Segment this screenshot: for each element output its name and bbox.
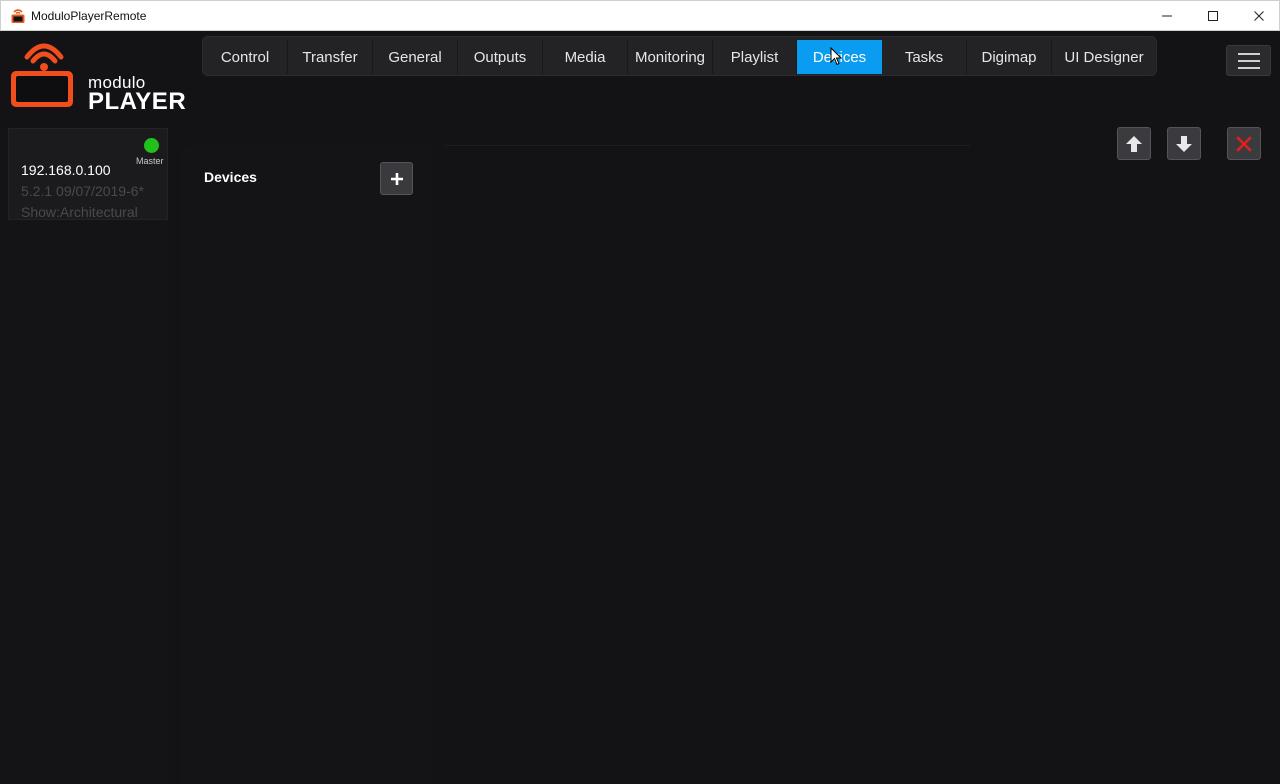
hamburger-icon-bar: [1237, 52, 1260, 55]
delete-x-icon: [1236, 136, 1252, 151]
app-icon: [11, 9, 25, 23]
server-list-panel: Master 192.168.0.100 5.2.1 09/07/2019-6*…: [0, 126, 170, 784]
server-card[interactable]: Master 192.168.0.100 5.2.1 09/07/2019-6*…: [8, 128, 168, 220]
move-up-button[interactable]: [1117, 127, 1151, 160]
devices-panel: Devices: [180, 146, 430, 784]
maximize-button[interactable]: [1190, 1, 1236, 31]
app-area: modulo PLAYER Control Transfer General O…: [0, 31, 1280, 784]
tab-playlist[interactable]: Playlist: [713, 40, 797, 74]
tab-transfer[interactable]: Transfer: [288, 40, 373, 74]
status-indicator: [144, 138, 159, 153]
main-tab-bar: Control Transfer General Outputs Media M…: [202, 36, 1157, 76]
tab-digimap[interactable]: Digimap: [967, 40, 1052, 74]
logo-text-player: PLAYER: [88, 88, 187, 115]
hamburger-icon-bar: [1237, 66, 1260, 69]
menu-button[interactable]: [1226, 45, 1271, 76]
close-window-button[interactable]: [1236, 1, 1280, 31]
close-icon: [1254, 11, 1264, 21]
broadcast-logo-icon: [11, 43, 73, 107]
add-device-button[interactable]: [380, 162, 413, 195]
arrow-up-icon: [1126, 135, 1142, 152]
title-bar: ModuloPlayerRemote: [0, 0, 1280, 31]
devices-title: Devices: [204, 169, 257, 185]
plus-icon: [390, 172, 403, 185]
tab-media[interactable]: Media: [543, 40, 628, 74]
tab-tasks[interactable]: Tasks: [882, 40, 967, 74]
content-divider: [445, 145, 970, 146]
modulo-player-logo: modulo PLAYER: [10, 37, 186, 115]
window-title: ModuloPlayerRemote: [31, 9, 147, 23]
tab-outputs[interactable]: Outputs: [458, 40, 543, 74]
delete-button[interactable]: [1227, 127, 1261, 160]
tab-ui-designer[interactable]: UI Designer: [1052, 40, 1156, 74]
maximize-icon: [1208, 11, 1218, 21]
server-ip: 192.168.0.100: [21, 162, 111, 178]
mouse-cursor-icon: [830, 47, 842, 66]
tab-monitoring[interactable]: Monitoring: [628, 40, 713, 74]
server-role: Master: [136, 156, 164, 166]
server-version: 5.2.1 09/07/2019-6*: [21, 183, 144, 199]
server-show: Show:Architectural: [21, 204, 138, 220]
arrow-down-icon: [1176, 135, 1192, 152]
minimize-button[interactable]: [1144, 1, 1190, 31]
hamburger-icon-bar: [1237, 59, 1260, 62]
move-down-button[interactable]: [1167, 127, 1201, 160]
tab-control[interactable]: Control: [203, 40, 288, 74]
tab-general[interactable]: General: [373, 40, 458, 74]
minimize-icon: [1162, 15, 1172, 17]
